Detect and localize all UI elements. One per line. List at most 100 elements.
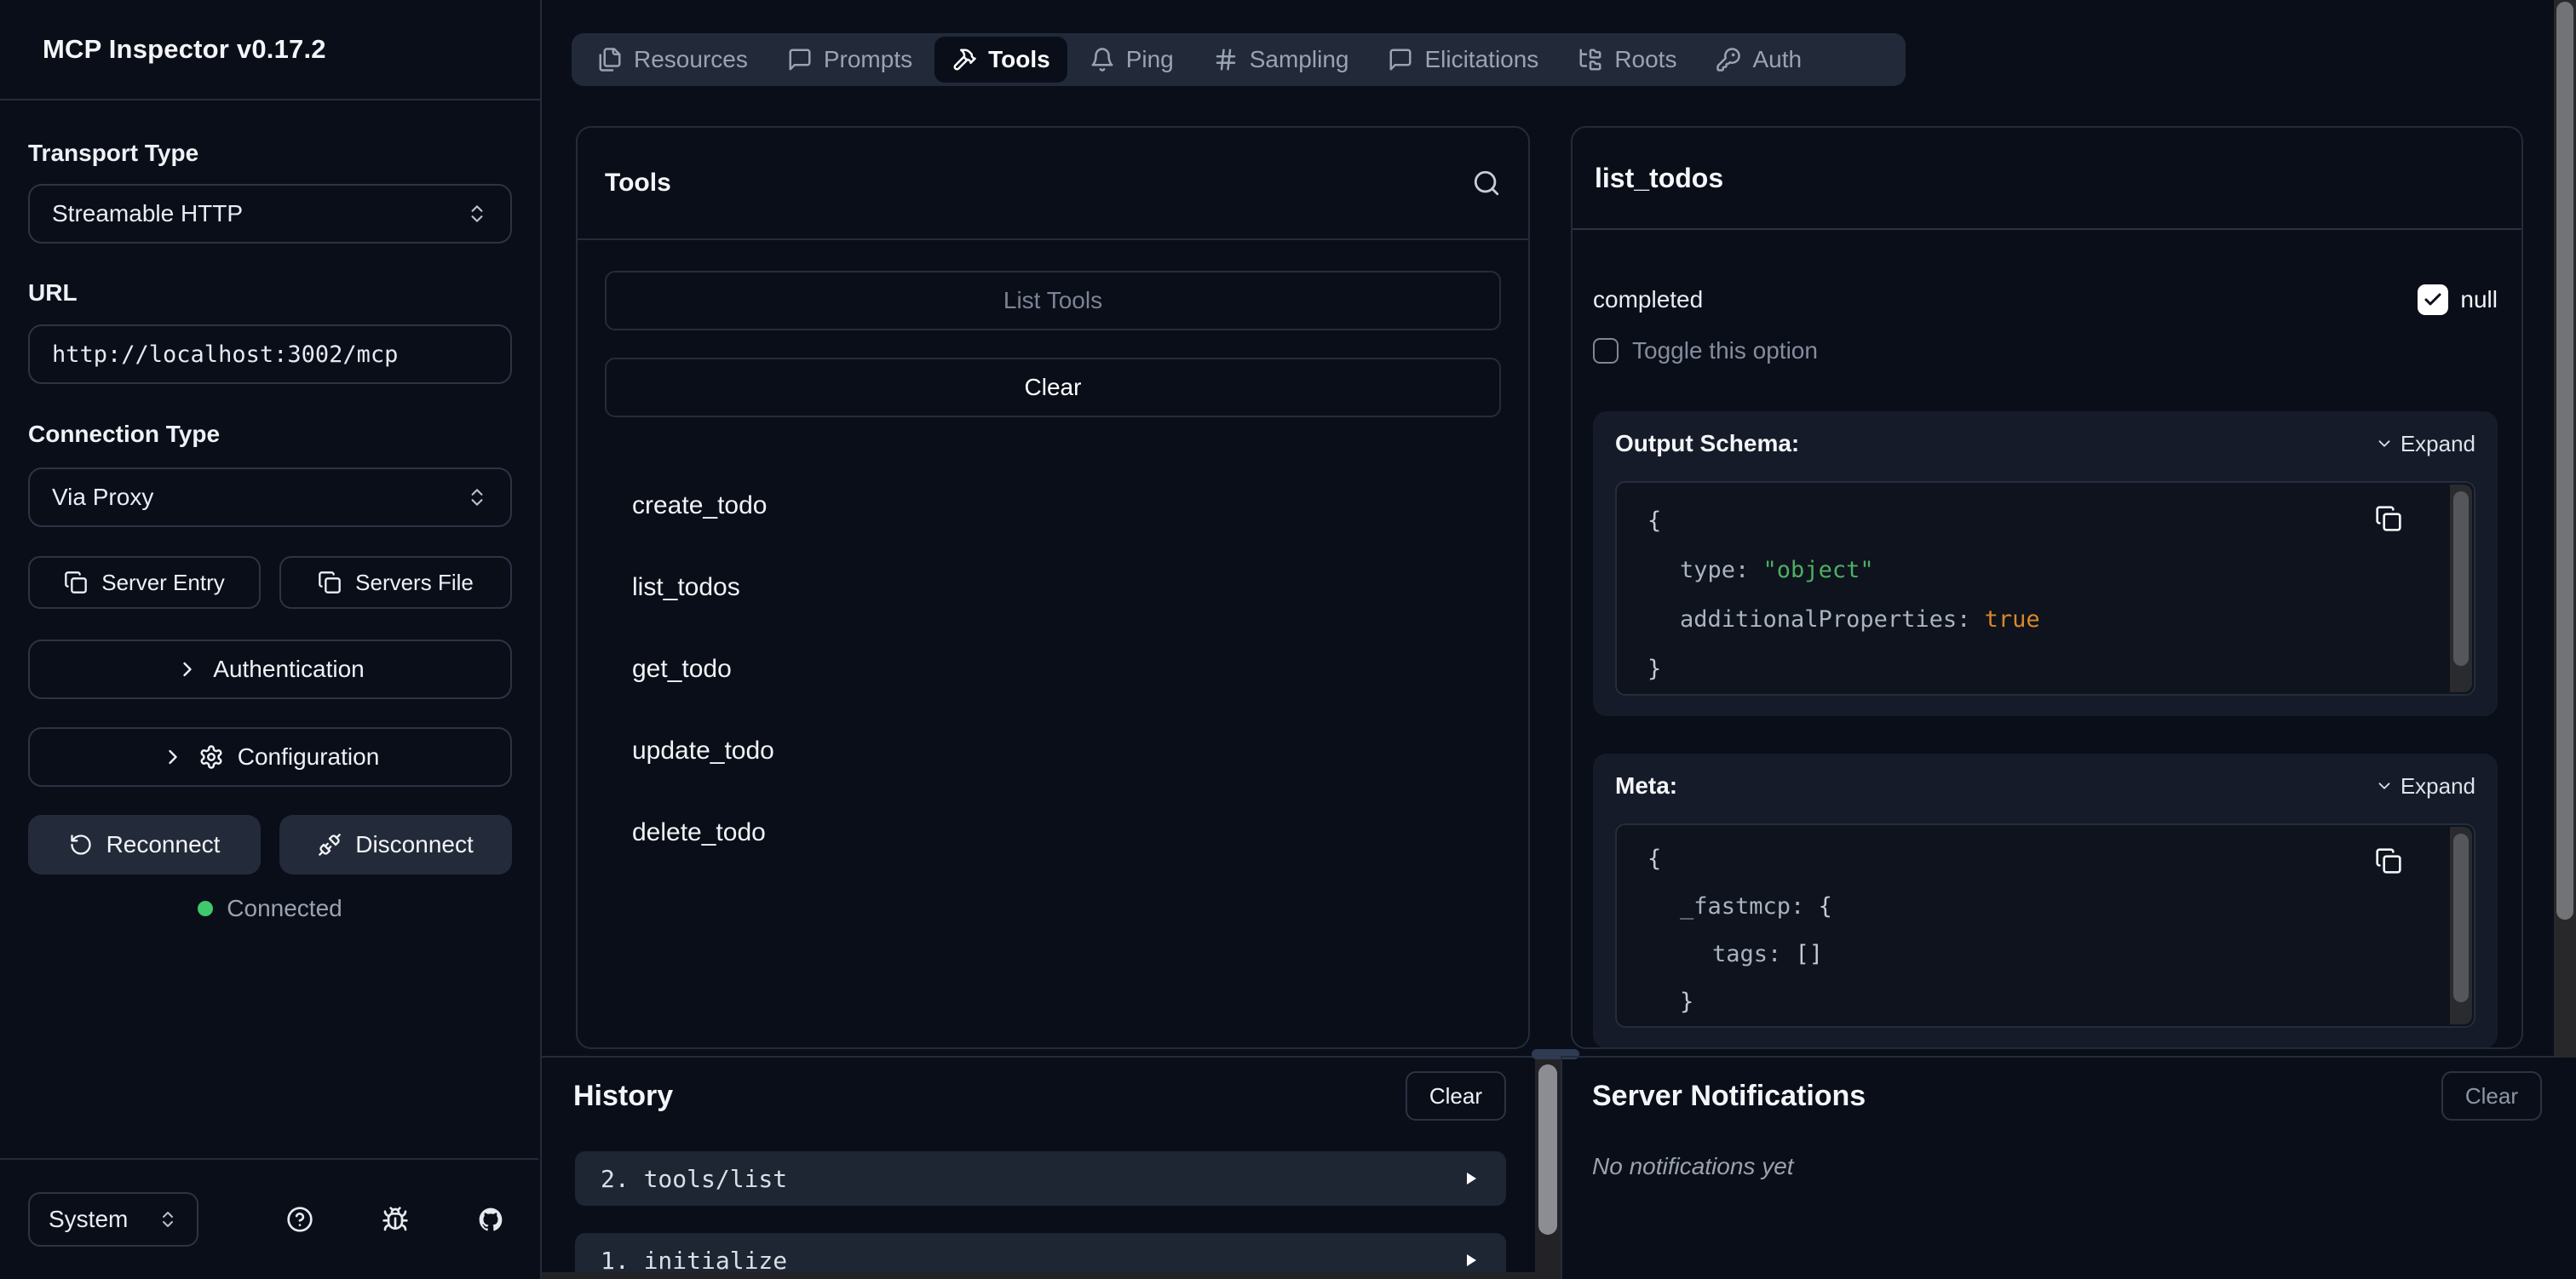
theme-select[interactable]: System [28,1192,198,1247]
code-line: { [1647,835,2474,883]
output-schema-code-block: {type: "object"additionalProperties: tru… [1615,481,2475,696]
code-scrollbar[interactable] [2450,827,2472,1024]
history-item[interactable]: 2. tools/list [575,1151,1506,1206]
servers-file-label: Servers File [355,570,474,596]
output-schema-expand-button[interactable]: Expand [2375,431,2475,457]
configuration-button[interactable]: Configuration [28,727,512,787]
tool-item-create_todo[interactable]: create_todo [605,465,1501,547]
code-token-punct: } [1680,978,1693,1026]
hash-icon [1213,47,1239,72]
toggle-option-row[interactable]: Toggle this option [1593,337,2498,364]
configuration-label: Configuration [238,743,380,771]
disconnect-button[interactable]: Disconnect [279,815,512,875]
code-token-punct: [] [1781,931,1823,978]
server-notifications-header: Server Notifications Clear [1562,1058,2576,1121]
expand-triangle-icon [1460,1168,1481,1189]
files-icon [597,47,623,72]
param-value-group: null [2418,284,2498,315]
tool-list: create_todolist_todosget_todoupdate_todo… [605,465,1501,874]
list-tools-button[interactable]: List Tools [605,271,1501,330]
tab-prompts[interactable]: Prompts [770,37,929,83]
code-line: } [1647,1026,2474,1028]
code-token-key: _fastmcp: [1680,883,1804,931]
code-line: _fastmcp: { [1647,883,2474,931]
page-vertical-scrollbar[interactable] [2554,0,2576,1058]
copy-icon[interactable] [2375,847,2402,875]
tab-label: Resources [634,46,748,73]
connection-type-label: Connection Type [28,421,512,448]
server-notifications-title: Server Notifications [1592,1080,1866,1113]
bug-icon[interactable] [382,1206,409,1233]
chevrons-up-down-icon [466,203,488,225]
unplug-icon [318,833,342,857]
tab-tools[interactable]: Tools [934,37,1067,83]
search-icon[interactable] [1472,169,1501,198]
history-item-label: 1. initialize [601,1247,787,1275]
code-token-boolean: true [1985,595,2040,645]
connection-type-select[interactable]: Via Proxy [28,467,512,527]
tab-elicitations[interactable]: Elicitations [1371,37,1555,83]
horizontal-scrollbar[interactable] [542,1272,1535,1279]
toggle-checkbox[interactable] [1593,338,1619,364]
history-title: History [573,1080,673,1113]
copy-icon [318,571,342,594]
tab-bar: Resources Prompts Tools PingSampling Elicita… [572,33,1906,86]
clear-tools-button[interactable]: Clear [605,358,1501,417]
tab-sampling[interactable]: Sampling [1196,37,1366,83]
tab-label: Auth [1752,46,1802,73]
folder-tree-icon [1578,47,1603,72]
page-scrollbar-thumb[interactable] [2556,2,2573,920]
url-label: URL [28,279,512,307]
rotate-ccw-icon [69,833,93,857]
tab-ping[interactable]: Ping [1072,37,1191,83]
bottom-scrollbar-thumb[interactable] [1538,1064,1557,1235]
tool-item-delete_todo[interactable]: delete_todo [605,792,1501,874]
tab-auth[interactable]: Auth [1699,37,1819,83]
history-clear-button[interactable]: Clear [1406,1071,1506,1121]
tool-item-get_todo[interactable]: get_todo [605,628,1501,710]
code-token-string: "object" [1763,546,1874,595]
tool-item-list_todos[interactable]: list_todos [605,547,1501,628]
sidebar-footer: System [0,1158,538,1279]
reconnect-label: Reconnect [106,831,221,858]
tab-label: Prompts [824,46,912,73]
transport-type-select[interactable]: Streamable HTTP [28,184,512,244]
meta-expand-button[interactable]: Expand [2375,773,2475,800]
meta-header: Meta: Expand [1615,772,2475,800]
code-token-key: type: [1680,546,1749,595]
connected-dot-icon [198,901,213,916]
code-scrollbar-thumb[interactable] [2453,834,2469,1002]
connection-type-value: Via Proxy [52,484,153,511]
github-icon[interactable] [477,1206,504,1233]
code-token-key: additionalProperties: [1680,595,1970,645]
tab-label: Elicitations [1424,46,1538,73]
code-token-punct: { [1647,496,1661,546]
connection-buttons-row: Reconnect Disconnect [28,815,512,875]
transport-type-label: Transport Type [28,140,512,167]
code-token-punct: { [1647,835,1661,883]
servers-file-button[interactable]: Servers File [279,556,512,609]
code-line: type: "object" [1647,546,2474,595]
notifications-clear-button[interactable]: Clear [2441,1071,2542,1121]
tab-resources[interactable]: Resources [580,37,765,83]
null-checkbox[interactable] [2418,284,2448,315]
tool-detail-panel: list_todos completed null Toggle this op… [1571,126,2523,1049]
expand-label: Expand [2401,431,2475,457]
tab-label: Tools [988,46,1050,73]
reconnect-button[interactable]: Reconnect [28,815,261,875]
copy-icon[interactable] [2375,505,2402,532]
tool-detail-body: completed null Toggle this option Output… [1573,230,2521,1048]
param-value-label: null [2460,286,2498,313]
tab-roots[interactable]: Roots [1561,37,1693,83]
help-icon[interactable] [286,1206,313,1233]
bell-icon [1090,47,1115,72]
code-scrollbar[interactable] [2450,485,2472,692]
code-lines: {_fastmcp: {tags: []}} [1647,835,2474,1028]
url-input[interactable] [28,324,512,384]
authentication-button[interactable]: Authentication [28,640,512,699]
meta-title: Meta: [1615,772,1677,800]
code-scrollbar-thumb[interactable] [2453,491,2469,666]
bottom-vertical-scrollbar[interactable] [1535,1059,1561,1279]
tool-item-update_todo[interactable]: update_todo [605,710,1501,792]
server-entry-button[interactable]: Server Entry [28,556,261,609]
